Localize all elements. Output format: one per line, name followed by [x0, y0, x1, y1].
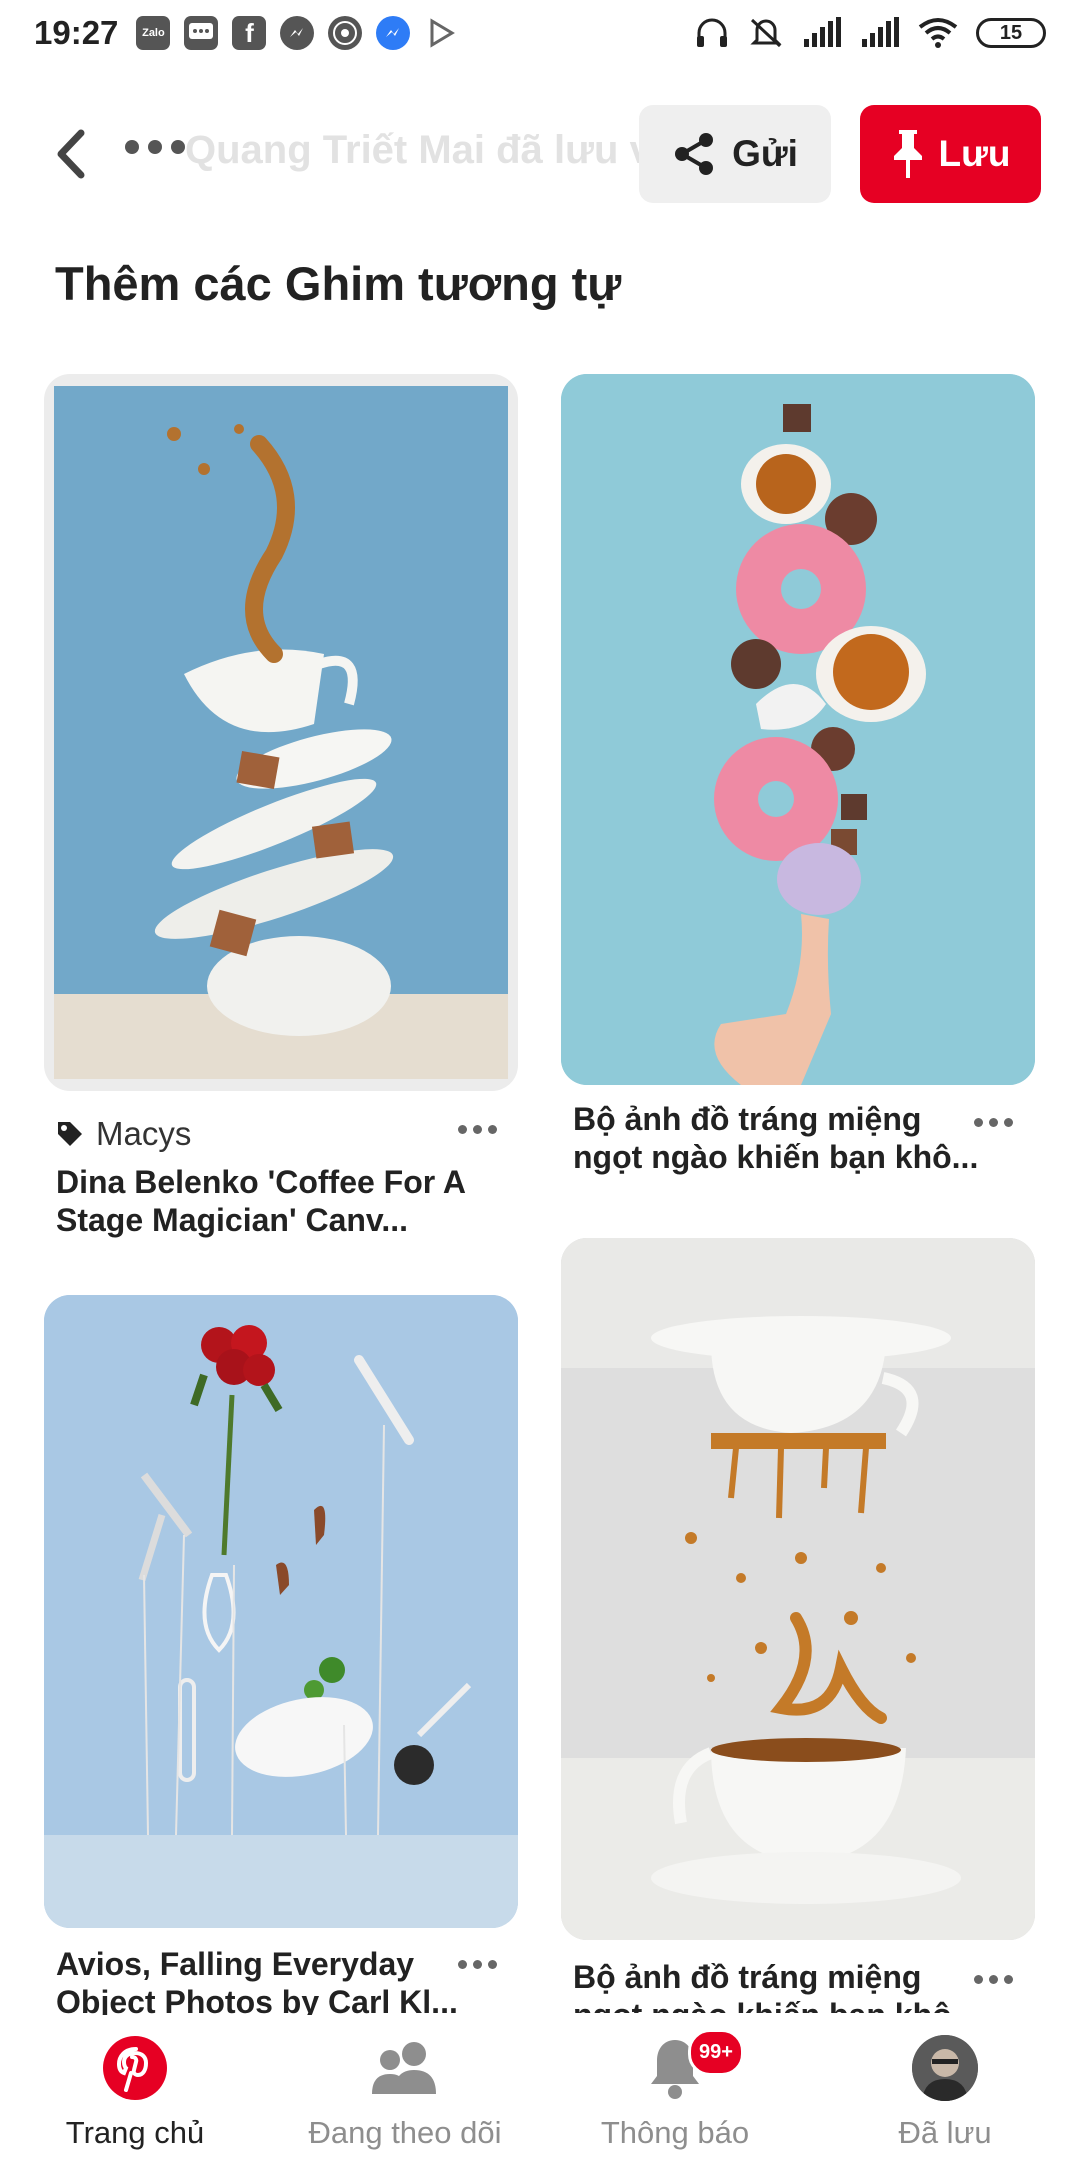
nav-home-label: Trang chủ [65, 2115, 205, 2150]
pin-image-2[interactable] [561, 374, 1035, 1085]
nav-notifications[interactable]: 99+ Thông báo [540, 2015, 810, 2160]
dot [1004, 1975, 1013, 1984]
send-button[interactable]: Gửi [639, 105, 831, 203]
headset-icon [697, 18, 727, 47]
dot [473, 1960, 482, 1969]
dot [488, 1125, 497, 1134]
notification-badge: 99+ [688, 2029, 744, 2076]
avatar [912, 2035, 978, 2101]
status-app-icons: Zalo f [136, 16, 458, 50]
zalo-icon: Zalo [136, 16, 171, 50]
tag-icon [58, 1122, 82, 1146]
pin-icon [893, 130, 922, 178]
pin-source-label: Macys [96, 1115, 192, 1152]
pin-title-3[interactable]: Avios, Falling Everyday Object Photos by… [56, 1945, 476, 2021]
pin-more-button-2[interactable] [974, 1118, 1013, 1127]
pin-action-bar: Quang Triết Mai đã lưu vào P Gửi Lưu [0, 100, 1080, 210]
nav-home[interactable]: Trang chủ [0, 2015, 270, 2160]
send-label: Gửi [732, 133, 798, 174]
pin-more-button-3[interactable] [458, 1960, 497, 1969]
dot [989, 1118, 998, 1127]
messages-icon [184, 16, 219, 50]
back-button[interactable] [40, 124, 100, 184]
pinterest-logo-icon [100, 2033, 170, 2103]
section-title: Thêm các Ghim tương tự [55, 257, 622, 310]
pin-image-3[interactable] [44, 1295, 518, 1928]
dot [473, 1125, 482, 1134]
pin-meta-3: Avios, Falling Everyday Object Photos by… [56, 1945, 476, 2021]
nav-following-label: Đang theo dõi [308, 2115, 502, 2150]
more-options-button[interactable] [125, 140, 185, 154]
dot [458, 1125, 467, 1134]
pin-meta-1: Macys Dina Belenko 'Coffee For A Stage M… [56, 1115, 476, 1239]
profile-avatar-container [910, 2033, 980, 2103]
save-button[interactable]: Lưu [860, 105, 1041, 203]
dot [989, 1975, 998, 1984]
wifi-icon [918, 18, 958, 48]
chrome-icon [328, 16, 363, 50]
status-time: 19:27 [34, 14, 119, 51]
nav-following[interactable]: Đang theo dõi [270, 2015, 540, 2160]
mute-icon [750, 18, 782, 48]
messenger-lite-icon [376, 16, 411, 50]
dot [171, 140, 185, 154]
pin-meta-2: Bộ ảnh đồ tráng miệng ngọt ngào khiến bạ… [573, 1100, 993, 1176]
messenger-icon [280, 16, 315, 50]
chevron-left-icon [57, 129, 85, 179]
dot [125, 140, 139, 154]
pin-title-1[interactable]: Dina Belenko 'Coffee For A Stage Magicia… [56, 1163, 476, 1239]
status-bar: 19:27 Zalo f 15 [0, 0, 1080, 66]
nav-saved[interactable]: Đã lưu [810, 2015, 1080, 2160]
pin-image-4[interactable] [561, 1238, 1035, 1940]
facebook-icon: f [232, 16, 267, 50]
pin-more-button-1[interactable] [458, 1125, 497, 1134]
signal-icon-2 [862, 17, 899, 47]
signal-icon-1 [804, 17, 841, 47]
dot [148, 140, 162, 154]
pin-title-4[interactable]: Bộ ảnh đồ tráng miệng ngọt ngào khiến bạ… [573, 1958, 993, 2013]
play-store-icon [424, 16, 458, 50]
pin-more-button-4[interactable] [974, 1975, 1013, 1984]
dot [974, 1975, 983, 1984]
dot [458, 1960, 467, 1969]
nav-saved-label: Đã lưu [898, 2115, 992, 2150]
nav-notifications-label: Thông báo [600, 2115, 750, 2150]
pin-source[interactable]: Macys [56, 1115, 476, 1153]
dot [974, 1118, 983, 1127]
battery-indicator: 15 [976, 18, 1046, 48]
dot [1004, 1118, 1013, 1127]
people-icon [370, 2033, 440, 2103]
dot [488, 1960, 497, 1969]
pin-image-1[interactable] [44, 374, 518, 1091]
pin-title-2[interactable]: Bộ ảnh đồ tráng miệng ngọt ngào khiến bạ… [573, 1100, 993, 1176]
save-label: Lưu [938, 133, 1011, 174]
share-icon [675, 133, 714, 175]
status-indicators: 15 [694, 16, 1046, 50]
pin-meta-4: Bộ ảnh đồ tráng miệng ngọt ngào khiến bạ… [573, 1958, 993, 2013]
bottom-navigation: Trang chủ Đang theo dõi 99+ Thông báo Đã… [0, 2015, 1080, 2160]
